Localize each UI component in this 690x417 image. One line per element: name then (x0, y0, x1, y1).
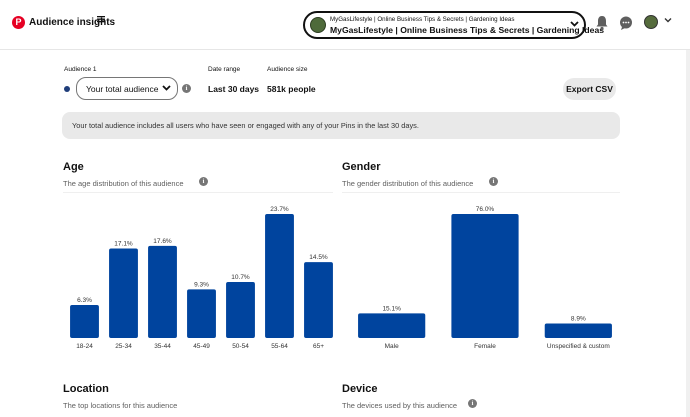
bar-value-label: 6.3% (77, 297, 92, 304)
bar-35-44[interactable] (148, 245, 177, 338)
bar-value-label: 17.6% (153, 238, 172, 245)
account-avatar (310, 17, 326, 33)
bell-icon[interactable] (595, 15, 609, 31)
export-csv-button[interactable]: Export CSV (563, 78, 616, 100)
gender-bar-chart: 15.1% Male 76.0% Female 8.9% Unspecified & cu… (358, 206, 612, 350)
bar-50-54[interactable] (226, 282, 255, 338)
divider (63, 192, 333, 193)
location-title: Location (63, 383, 109, 395)
x-tick-label: Female (474, 343, 496, 350)
bar-unspecified-custom[interactable] (544, 323, 612, 338)
bar-female[interactable] (451, 214, 519, 338)
account-switcher[interactable]: MyGasLifestyle | Online Business Tips & … (303, 11, 604, 39)
bar-value-label: 15.1% (382, 305, 401, 312)
info-icon[interactable]: i (489, 177, 498, 186)
bar-25-34[interactable] (109, 248, 138, 338)
bar-value-label: 8.9% (571, 315, 586, 322)
x-tick-label: 55-64 (271, 343, 288, 350)
x-tick-label: 35-44 (154, 343, 171, 350)
bar-value-label: 10.7% (231, 274, 250, 281)
gender-title: Gender (342, 161, 381, 173)
x-tick-label: Unspecified & custom (547, 343, 610, 350)
info-icon[interactable]: i (182, 84, 191, 93)
user-avatar[interactable] (644, 15, 658, 29)
x-tick-label: 25-34 (115, 343, 132, 350)
age-subtitle: The age distribution of this audience (63, 179, 184, 188)
top-bar: P Audience insights MyGasLifestyle | Onl… (0, 0, 690, 50)
hamburger-icon[interactable] (97, 15, 105, 26)
audience-select-value: Your total audience (86, 84, 159, 94)
audience-size-value: 581k people (267, 84, 316, 94)
info-banner: Your total audience includes all users w… (62, 112, 620, 139)
bar-male[interactable] (358, 313, 426, 338)
bar-value-label: 76.0% (476, 206, 495, 213)
bar-45-49[interactable] (187, 289, 216, 338)
x-tick-label: 18-24 (76, 343, 93, 350)
account-name: MyGasLifestyle | Online Business Tips & … (330, 25, 605, 35)
gender-subtitle: The gender distribution of this audience (342, 179, 474, 188)
scrollbar[interactable] (686, 50, 690, 417)
audience-label: Audience 1 (64, 66, 97, 73)
info-banner-text: Your total audience includes all users w… (72, 121, 419, 130)
x-tick-label: 65+ (313, 343, 324, 350)
x-tick-label: 50-54 (232, 343, 249, 350)
audience-size-label: Audience size (267, 66, 308, 73)
info-icon[interactable]: i (199, 177, 208, 186)
x-tick-label: Male (385, 343, 399, 350)
chevron-down-icon[interactable] (664, 16, 672, 26)
bar-value-label: 14.5% (309, 254, 328, 261)
account-subtitle: MyGasLifestyle | Online Business Tips & … (330, 16, 515, 23)
bar-value-label: 17.1% (114, 241, 133, 248)
bar-55-64[interactable] (265, 214, 294, 338)
date-range-label: Date range (208, 66, 241, 73)
chevron-down-icon (570, 19, 579, 30)
bar-value-label: 23.7% (270, 206, 289, 213)
bar-18-24[interactable] (70, 305, 99, 338)
info-icon[interactable]: i (468, 399, 477, 408)
divider (342, 192, 620, 193)
audience-select[interactable]: Your total audience (76, 77, 178, 100)
device-subtitle: The devices used by this audience (342, 401, 458, 410)
audience-color-dot (64, 86, 70, 92)
x-tick-label: 45-49 (193, 343, 210, 350)
bar-65-[interactable] (304, 262, 333, 338)
location-subtitle: The top locations for this audience (63, 401, 178, 410)
messages-icon[interactable] (619, 15, 633, 31)
pinterest-logo[interactable]: P (12, 16, 25, 29)
device-title: Device (342, 383, 378, 395)
age-title: Age (63, 161, 84, 173)
date-range-value: Last 30 days (208, 84, 260, 94)
bar-value-label: 9.3% (194, 281, 209, 288)
age-bar-chart: 6.3% 18-24 17.1% 25-34 17.6% 35-44 9.3% 45-49 10… (70, 206, 333, 350)
chevron-down-icon (162, 83, 171, 94)
